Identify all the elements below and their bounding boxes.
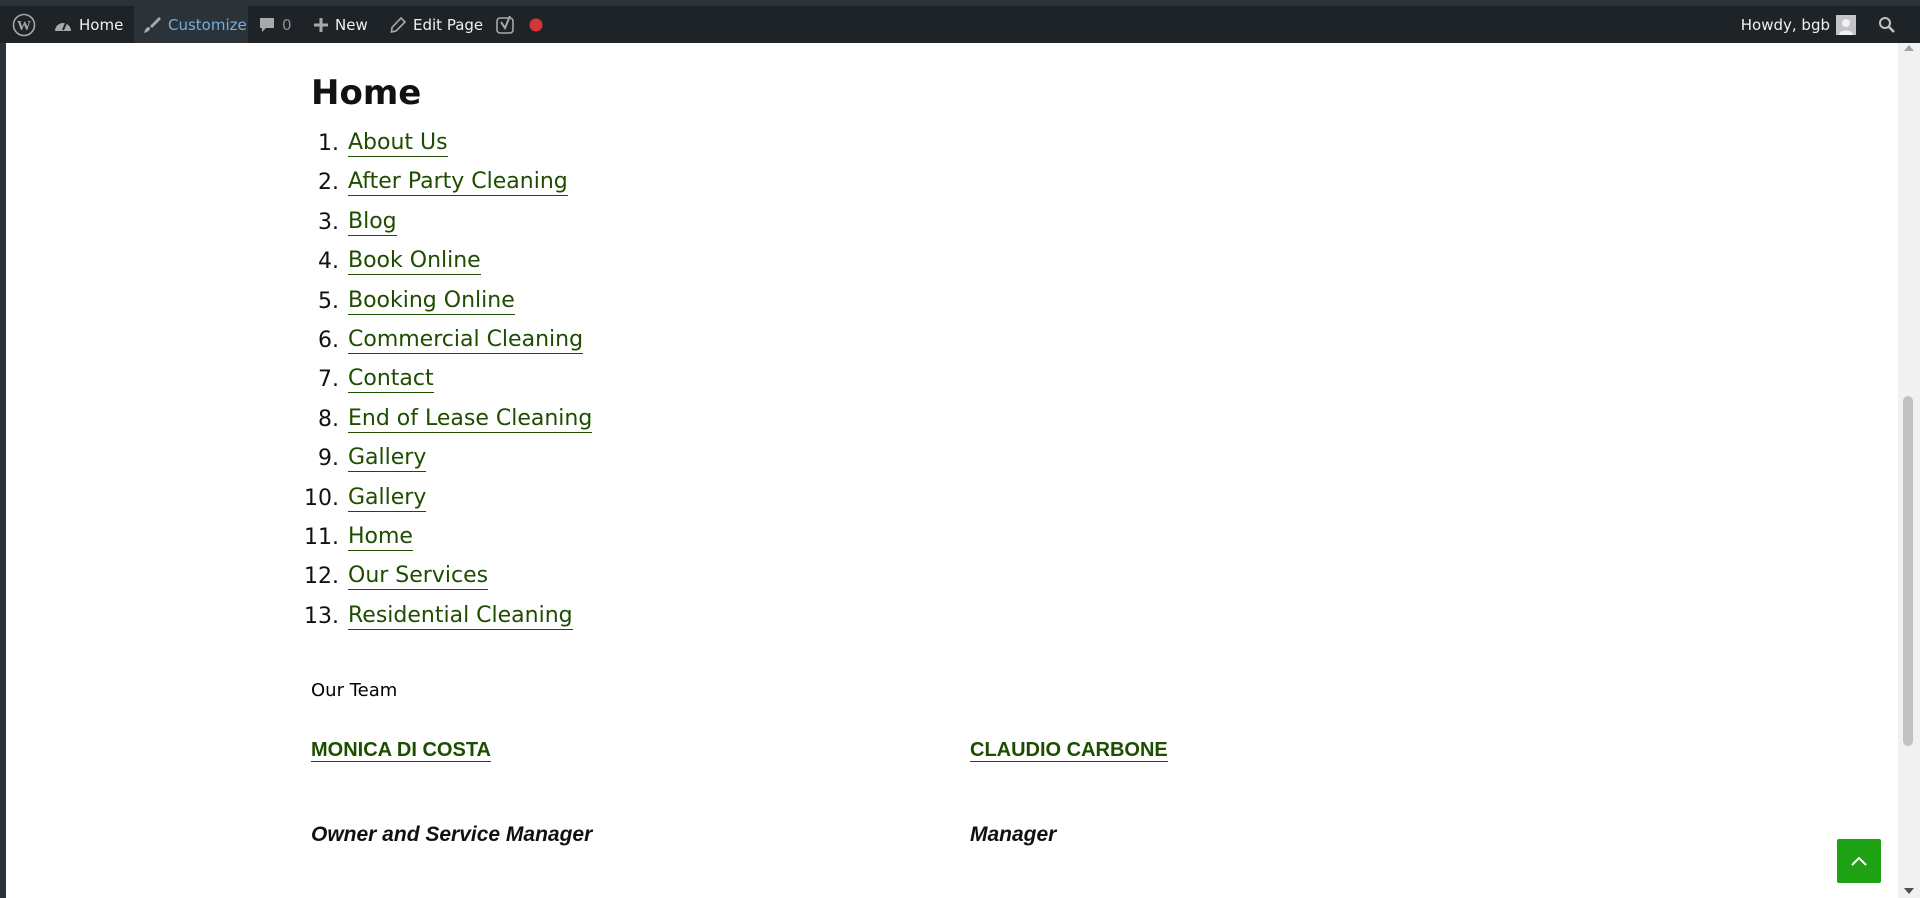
back-to-top-button[interactable] xyxy=(1837,839,1881,883)
howdy-label: Howdy, bgb xyxy=(1740,15,1830,34)
list-number: 6. xyxy=(318,327,339,353)
list-item: 12. Our Services xyxy=(6,559,489,593)
admin-bar: W Home Customize 0 New Edit Page Howdy, … xyxy=(0,0,1920,43)
list-number: 2. xyxy=(318,169,339,195)
plus-icon xyxy=(314,17,328,32)
new-content-link[interactable]: New xyxy=(313,6,368,43)
list-item: 1. About Us xyxy=(6,126,448,160)
list-item: 3. Blog xyxy=(6,205,397,239)
scroll-down-arrow-icon[interactable] xyxy=(1904,888,1914,894)
list-item: 13. Residential Cleaning xyxy=(6,599,573,633)
page-link[interactable]: Residential Cleaning xyxy=(348,603,573,630)
avatar xyxy=(1836,14,1856,35)
customize-label: Customize xyxy=(168,15,247,34)
page-link[interactable]: Blog xyxy=(348,209,397,236)
pencil-icon xyxy=(390,16,407,33)
yoast-icon xyxy=(496,15,514,34)
page-link[interactable]: End of Lease Cleaning xyxy=(348,406,593,433)
list-item: 6. Commercial Cleaning xyxy=(6,323,584,357)
svg-text:W: W xyxy=(17,19,31,34)
edit-label: Edit Page xyxy=(413,15,484,34)
my-account-menu[interactable]: Howdy, bgb xyxy=(1741,6,1856,43)
user-icon xyxy=(1839,18,1853,35)
comments-count: 0 xyxy=(282,15,292,34)
seo-status-dot xyxy=(529,6,543,43)
list-number: 13. xyxy=(304,603,339,629)
search-icon xyxy=(1879,16,1895,33)
red-dot-icon xyxy=(529,18,543,31)
search-toggle[interactable] xyxy=(1878,6,1896,43)
page-link[interactable]: Book Online xyxy=(348,248,481,275)
page-link[interactable]: Booking Online xyxy=(348,288,515,315)
yoast-seo-menu[interactable] xyxy=(496,6,516,43)
list-number: 3. xyxy=(318,209,339,235)
scrollbar-thumb[interactable] xyxy=(1903,396,1913,746)
team-member-role-monica: Owner and Service Manager xyxy=(311,823,593,846)
page-link[interactable]: Contact xyxy=(348,366,434,393)
list-number: 5. xyxy=(318,288,339,314)
list-number: 1. xyxy=(318,130,339,156)
page-title: Home xyxy=(311,73,422,113)
list-number: 8. xyxy=(318,406,339,432)
list-item: 11. Home xyxy=(6,520,413,554)
list-item: 9. Gallery xyxy=(6,441,427,475)
list-item: 5. Booking Online xyxy=(6,284,515,318)
scrollbar[interactable] xyxy=(1898,43,1920,898)
main-content: Home 1. About Us 2. After Party Cleaning 3. B… xyxy=(0,43,1898,898)
team-member-name-claudio[interactable]: CLAUDIO CARBONE xyxy=(970,739,1168,762)
comment-bubble-icon xyxy=(260,17,274,32)
site-home-link[interactable]: Home xyxy=(53,6,123,43)
page-link[interactable]: Home xyxy=(348,524,413,551)
paintbrush-icon xyxy=(144,16,161,33)
list-item: 2. After Party Cleaning xyxy=(6,165,568,199)
list-number: 7. xyxy=(318,366,339,392)
list-item: 8. End of Lease Cleaning xyxy=(6,402,593,436)
list-number: 9. xyxy=(318,445,339,471)
list-item: 7. Contact xyxy=(6,362,434,396)
wordpress-logo-icon[interactable]: W xyxy=(12,6,36,43)
list-number: 12. xyxy=(304,563,339,589)
list-number: 10. xyxy=(304,485,339,511)
edit-page-link[interactable]: Edit Page xyxy=(389,6,483,43)
list-item: 4. Book Online xyxy=(6,244,481,278)
page-link[interactable]: After Party Cleaning xyxy=(348,169,568,196)
home-label: Home xyxy=(79,15,124,34)
page-link[interactable]: Gallery xyxy=(348,485,427,512)
team-member-role-claudio: Manager xyxy=(970,823,1057,846)
dashboard-icon xyxy=(55,22,71,31)
customize-link[interactable]: Customize xyxy=(134,6,248,43)
list-number: 11. xyxy=(304,524,339,550)
list-item: 10. Gallery xyxy=(6,481,427,515)
page-link[interactable]: Commercial Cleaning xyxy=(348,327,584,354)
team-member-name-monica[interactable]: MONICA DI COSTA xyxy=(311,739,491,762)
new-label: New xyxy=(335,15,368,34)
team-heading: Our Team xyxy=(311,680,398,701)
chevron-up-icon xyxy=(1851,856,1867,866)
wordpress-icon: W xyxy=(12,13,36,36)
page-link[interactable]: Gallery xyxy=(348,445,427,472)
page-link[interactable]: About Us xyxy=(348,130,448,157)
comments-link[interactable]: 0 xyxy=(258,6,292,43)
page-link[interactable]: Our Services xyxy=(348,563,489,590)
scroll-up-arrow-icon[interactable] xyxy=(1904,45,1914,51)
list-number: 4. xyxy=(318,248,339,274)
